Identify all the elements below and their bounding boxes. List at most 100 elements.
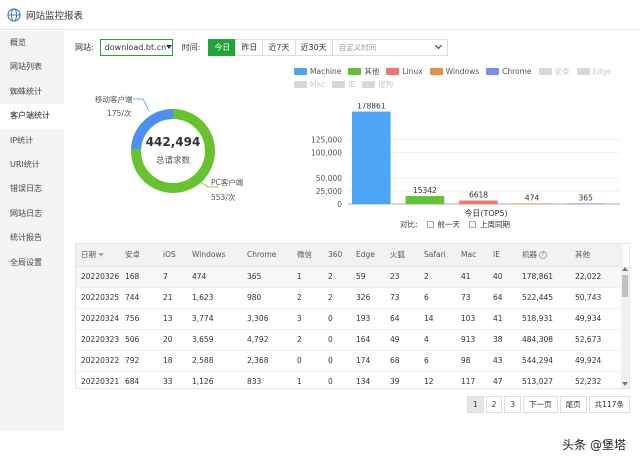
column-header: Mac xyxy=(456,244,488,267)
time-button-0[interactable]: 今日 xyxy=(208,38,237,56)
table-cell: 0 xyxy=(323,371,351,388)
time-button-2[interactable]: 近7天 xyxy=(262,38,296,56)
column-header-label: 机器 xyxy=(522,250,537,260)
sidebar-item-9[interactable]: 全局设置 xyxy=(0,251,64,275)
table-cell: 513,027 xyxy=(517,371,570,388)
legend-item-4[interactable]: Chrome xyxy=(486,65,532,78)
next-page-button[interactable]: 下一页 xyxy=(523,396,558,413)
table-cell: 20220325 xyxy=(76,287,120,309)
table-row: 20220326 168 7 474 365 1 2 59 23 2 41 40 178,861 22,0… xyxy=(76,266,623,288)
sidebar-item-3[interactable]: 客户端统计 xyxy=(0,104,64,129)
table-cell: 49,934 xyxy=(570,308,623,330)
column-header-label: iOS xyxy=(163,250,176,260)
table-cell: 59 xyxy=(351,266,385,288)
table-cell: 20220324 xyxy=(76,308,120,330)
legend-item-9[interactable]: 搜狗 xyxy=(362,78,393,91)
help-icon[interactable]: ? xyxy=(539,251,547,260)
sidebar-item-label: 网站列表 xyxy=(10,62,42,72)
table-cell: 0 xyxy=(323,350,351,372)
sidebar-item-2[interactable]: 蜘蛛统计 xyxy=(0,80,64,104)
table-cell: 4 xyxy=(419,329,456,351)
x-axis-label: 今日(TOP5) xyxy=(464,208,507,218)
table-cell: 64 xyxy=(488,287,517,309)
table-cell: 506 xyxy=(120,329,158,351)
sidebar-item-5[interactable]: URI统计 xyxy=(0,153,64,177)
legend-item-2[interactable]: Linux xyxy=(386,65,423,78)
mobile-leader-line xyxy=(133,98,150,112)
table-cell: 474 xyxy=(187,266,242,288)
sidebar-item-1[interactable]: 网站列表 xyxy=(0,55,64,79)
table-cell: 50,743 xyxy=(570,287,623,309)
sidebar-item-8[interactable]: 统计报告 xyxy=(0,226,64,250)
table-cell: 13 xyxy=(158,308,187,330)
column-header: 其他 xyxy=(570,244,623,267)
scroll-down-icon[interactable] xyxy=(622,382,628,386)
legend-item-6[interactable]: Edge xyxy=(576,65,611,78)
pagination: 1 2 3 下一页 尾页 共117条 xyxy=(465,396,630,413)
watermark-text: 头条 @堡塔 xyxy=(562,438,626,452)
last-page-button[interactable]: 尾页 xyxy=(559,396,587,413)
table-cell: 134 xyxy=(351,371,385,388)
table-cell: 12 xyxy=(419,371,456,388)
table-cell: 20 xyxy=(158,329,187,351)
time-button-1[interactable]: 昨日 xyxy=(235,38,264,56)
time-label: 时间: xyxy=(181,42,201,52)
scroll-up-icon[interactable] xyxy=(622,267,628,271)
table-cell: 684 xyxy=(120,371,158,388)
column-header: Edge xyxy=(351,244,385,267)
custom-time-picker[interactable]: 自定义时间 xyxy=(331,38,448,56)
column-header[interactable]: 日期 xyxy=(76,244,120,267)
column-header: iOS xyxy=(158,244,187,267)
bar-0 xyxy=(352,111,391,204)
site-select[interactable]: download.bt.cn xyxy=(99,38,173,56)
legend-item-0[interactable]: Machine xyxy=(294,65,341,78)
column-header: 微信 xyxy=(292,244,323,267)
compare-label: 对比: xyxy=(400,220,418,229)
page-button-2[interactable]: 2 xyxy=(485,396,503,413)
sidebar-item-label: 全局设置 xyxy=(10,257,42,267)
table-header-row: 日期 安卓 iOS Windows Chrome 微信 360 Edge 火狐 Safari Mac… xyxy=(76,244,623,267)
table-cell: 43 xyxy=(488,350,517,372)
table-cell: 33 xyxy=(158,371,187,388)
client-table: 日期 安卓 iOS Windows Chrome 微信 360 Edge 火狐 Safari Mac… xyxy=(75,243,630,389)
legend-swatch xyxy=(332,81,346,88)
sidebar-item-label: IP统计 xyxy=(10,135,34,145)
sidebar-item-label: 蜘蛛统计 xyxy=(10,86,42,96)
table-cell: 1,126 xyxy=(187,371,242,388)
sidebar-item-4[interactable]: IP统计 xyxy=(0,129,64,153)
main-content: 网站: download.bt.cn 时间: 今日 昨日 近7天 近30天 自定义时间… xyxy=(64,31,640,431)
page-button-3[interactable]: 3 xyxy=(504,396,522,413)
table-row: 20220324 756 13 3,774 3,306 3 0 193 64 14 103 41 518… xyxy=(76,308,623,330)
sidebar-item-label: 错误日志 xyxy=(10,184,42,194)
table-cell: 756 xyxy=(120,308,158,330)
legend-item-7[interactable]: Mac xyxy=(294,78,325,91)
compare-last-week-checkbox[interactable] xyxy=(469,221,477,228)
chevron-down-icon xyxy=(434,41,442,50)
column-header: 火狐 xyxy=(385,244,419,267)
legend-item-1[interactable]: 其他 xyxy=(348,65,379,78)
legend-label: Machine xyxy=(310,67,342,76)
sidebar-item-0[interactable]: 概览 xyxy=(0,31,64,55)
legend-item-5[interactable]: 安卓 xyxy=(538,65,570,78)
compare-prev-day-checkbox[interactable] xyxy=(426,221,434,228)
table-cell: 6 xyxy=(419,287,456,309)
time-button-3[interactable]: 近30天 xyxy=(294,38,333,56)
y-tick-label: 100,000 xyxy=(311,148,342,157)
page-button-1[interactable]: 1 xyxy=(466,396,484,413)
legend-swatch xyxy=(294,68,307,75)
table-cell: 49,924 xyxy=(570,350,623,372)
sidebar: 概览网站列表蜘蛛统计客户端统计 IP统计 URI统计错误日志网站日志 统计报告全局设置 xyxy=(0,31,64,431)
table-cell: 73 xyxy=(385,287,419,309)
table-scrollbar[interactable] xyxy=(621,266,629,388)
bar-chart-svg: 0 25,000 50,000 100,000 125,000 178861 15342 66… xyxy=(311,102,620,218)
sort-down-icon[interactable] xyxy=(98,253,104,258)
table-cell: 522,445 xyxy=(517,287,570,309)
table-cell: 20220326 xyxy=(76,266,120,288)
table-cell: 3 xyxy=(292,308,323,330)
legend-item-8[interactable]: IE xyxy=(332,78,355,91)
legend-item-3[interactable]: Windows xyxy=(429,65,479,78)
sidebar-item-7[interactable]: 网站日志 xyxy=(0,202,64,226)
sidebar-item-6[interactable]: 错误日志 xyxy=(0,177,64,201)
table-cell: 47 xyxy=(488,371,517,388)
scrollbar-thumb[interactable] xyxy=(622,275,628,297)
